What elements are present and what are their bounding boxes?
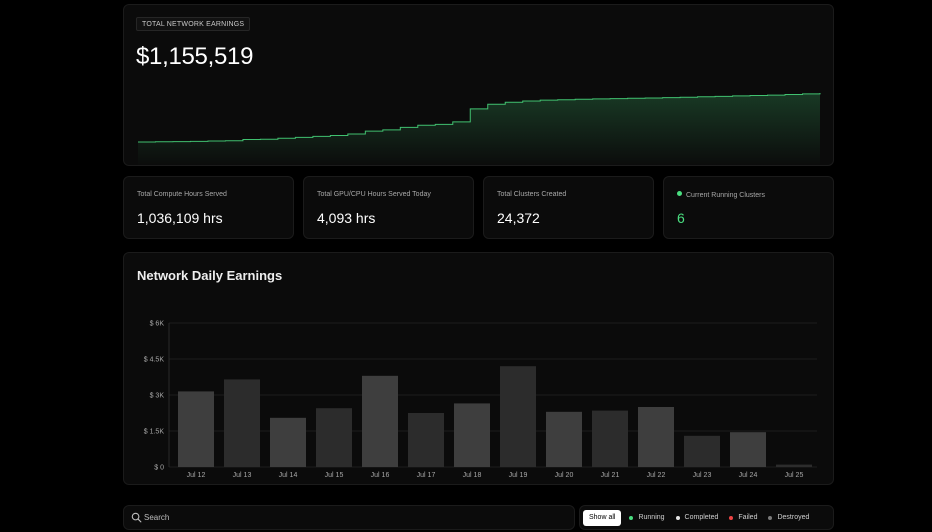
x-tick-label: Jul 14 (279, 472, 298, 479)
x-tick-label: Jul 21 (601, 472, 620, 479)
filter-completed[interactable]: Completed (675, 514, 719, 521)
filter-running[interactable]: Running (629, 514, 665, 521)
filter-destroyed[interactable]: Destroyed (768, 514, 809, 521)
stat-label-text: Current Running Clusters (686, 192, 765, 199)
x-tick-label: Jul 12 (187, 472, 206, 479)
filter-label: Completed (684, 514, 719, 521)
bar[interactable] (316, 408, 352, 467)
daily-earnings-card: Network Daily Earnings $ 0 $ 1.5K $ 3K $ 4.… (123, 252, 834, 485)
x-tick-label: Jul 19 (509, 472, 528, 479)
x-tick-label: Jul 25 (785, 472, 804, 479)
total-earnings-card: TOTAL NETWORK EARNINGS $1,155,519 (123, 4, 834, 166)
destroyed-dot-icon (768, 515, 773, 520)
stat-label: Total GPU/CPU Hours Served Today (317, 191, 431, 198)
bar[interactable] (224, 379, 260, 467)
bar[interactable] (592, 410, 628, 467)
filter-label: Destroyed (777, 514, 810, 521)
bar[interactable] (638, 407, 674, 467)
bar[interactable] (178, 391, 214, 467)
bar[interactable] (270, 417, 306, 467)
y-tick-label: $ 0 (154, 465, 164, 472)
x-tick-label: Jul 24 (739, 472, 758, 479)
x-tick-label: Jul 18 (463, 472, 482, 479)
bar[interactable] (500, 366, 536, 467)
x-tick-label: Jul 13 (233, 472, 252, 479)
x-tick-label: Jul 22 (647, 472, 666, 479)
show-all-button[interactable]: Show all (583, 509, 622, 526)
bar[interactable] (408, 413, 444, 467)
search-box[interactable] (123, 505, 575, 530)
stat-card-running-clusters: Current Running Clusters 6 (663, 176, 834, 239)
bar[interactable] (546, 411, 582, 467)
filter-label: Running (638, 514, 665, 521)
bar[interactable] (454, 403, 490, 467)
stat-card-clusters-created: Total Clusters Created 24,372 (483, 176, 654, 239)
failed-dot-icon (729, 515, 734, 520)
filter-failed[interactable]: Failed (729, 514, 757, 521)
stat-card-compute-hours: Total Compute Hours Served 1,036,109 hrs (123, 176, 294, 239)
status-dot-icon (677, 191, 682, 196)
y-tick-label: $ 6K (150, 321, 165, 328)
x-tick-label: Jul 17 (417, 472, 436, 479)
completed-dot-icon (675, 515, 680, 520)
x-tick-label: Jul 15 (325, 472, 344, 479)
stat-label: Total Clusters Created (497, 191, 567, 198)
y-tick-label: $ 3K (150, 393, 165, 400)
status-filter-bar: Show all Running Completed Failed Destro… (579, 505, 834, 530)
stat-value: 4,093 hrs (317, 210, 376, 226)
search-input[interactable] (144, 509, 564, 526)
stat-value: 6 (677, 210, 685, 226)
stat-label: Current Running Clusters (677, 191, 765, 199)
daily-earnings-bar-chart: $ 0 $ 1.5K $ 3K $ 4.5K $ 6K Jul 12 Jul 13 Jul 1… (144, 321, 817, 479)
x-tick-label: Jul 23 (693, 472, 712, 479)
bar[interactable] (684, 435, 720, 467)
earnings-area-fill (138, 93, 820, 165)
stat-value: 1,036,109 hrs (137, 210, 223, 226)
bar[interactable] (730, 432, 766, 467)
stat-value: 24,372 (497, 210, 540, 226)
y-tick-label: $ 4.5K (144, 357, 165, 364)
total-earnings-value: $1,155,519 (136, 43, 254, 70)
x-tick-label: Jul 16 (371, 472, 390, 479)
filter-label: Failed (738, 514, 758, 521)
stat-label: Total Compute Hours Served (137, 191, 227, 198)
x-tick-label: Jul 20 (555, 472, 574, 479)
bar[interactable] (362, 375, 398, 467)
bar[interactable] (776, 464, 812, 467)
stat-card-gpu-hours-today: Total GPU/CPU Hours Served Today 4,093 h… (303, 176, 474, 239)
earnings-badge: TOTAL NETWORK EARNINGS (136, 17, 251, 31)
y-tick-label: $ 1.5K (144, 429, 165, 436)
running-dot-icon (629, 515, 634, 520)
search-icon (131, 512, 142, 523)
